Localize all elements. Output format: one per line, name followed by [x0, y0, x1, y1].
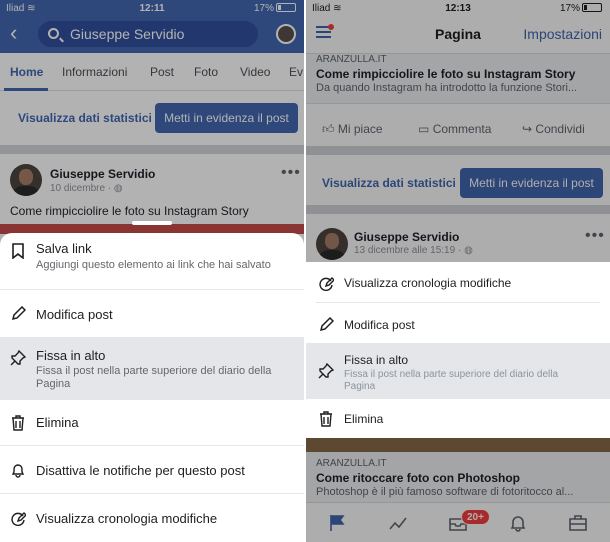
menu-item-edit-post[interactable]: Modifica post [306, 303, 610, 343]
menu-item-delete[interactable]: Elimina [0, 400, 304, 446]
right-screen: Iliad ≋ 12:13 17% Pagina Impostazioni AR… [306, 0, 610, 542]
menu-item-title: Salva link [36, 241, 92, 256]
modal-overlay-bottom[interactable] [306, 438, 610, 542]
sheet-grab-handle[interactable] [132, 221, 172, 225]
menu-item-title: Modifica post [36, 307, 113, 322]
left-screen: Iliad ≋ 12:11 17% ‹ Giuseppe Servidio Ho… [0, 0, 304, 542]
menu-item-subtitle: Fissa il post nella parte superiore del … [36, 365, 272, 390]
menu-item-title: Elimina [36, 415, 79, 430]
menu-item-pin-to-top[interactable]: Fissa in alto Fissa il post nella parte … [306, 343, 610, 399]
pencil-icon [10, 305, 27, 322]
pin-icon [10, 349, 27, 366]
pin-icon [318, 362, 335, 379]
menu-item-title: Fissa in alto [344, 353, 409, 367]
menu-item-subtitle: Aggiungi questo elemento ai link che hai… [36, 259, 271, 271]
modal-overlay-top[interactable] [306, 0, 610, 262]
trash-icon [318, 411, 334, 427]
menu-item-subtitle: Fissa il post nella parte superiore del … [344, 369, 559, 392]
menu-item-save-link[interactable]: Salva link Aggiungi questo elemento ai l… [0, 233, 304, 290]
menu-item-title: Visualizza cronologia modifiche [344, 276, 512, 290]
dropdown-menu: Visualizza cronologia modifiche Modifica… [306, 262, 610, 438]
menu-item-title: Modifica post [344, 318, 415, 332]
pencil-icon [318, 316, 335, 333]
menu-item-title: Elimina [344, 412, 384, 426]
trash-icon [10, 415, 26, 431]
bell-icon [10, 462, 26, 478]
action-sheet: Salva link Aggiungi questo elemento ai l… [0, 233, 304, 542]
menu-item-title: Fissa in alto [36, 348, 106, 363]
menu-item-edit-history[interactable]: Visualizza cronologia modifiche [306, 262, 610, 302]
menu-item-edit-history[interactable]: Visualizza cronologia modifiche [0, 494, 304, 542]
menu-item-edit-post[interactable]: Modifica post [0, 290, 304, 338]
edit-history-icon [318, 275, 335, 291]
menu-item-mute-notifications[interactable]: Disattiva le notifiche per questo post [0, 446, 304, 494]
menu-item-title: Disattiva le notifiche per questo post [36, 463, 245, 478]
bookmark-icon [10, 243, 26, 260]
menu-item-delete[interactable]: Elimina [306, 399, 610, 438]
menu-item-pin-to-top[interactable]: Fissa in alto Fissa il post nella parte … [0, 338, 304, 400]
menu-item-title: Visualizza cronologia modifiche [36, 511, 218, 526]
edit-history-icon [10, 510, 27, 526]
